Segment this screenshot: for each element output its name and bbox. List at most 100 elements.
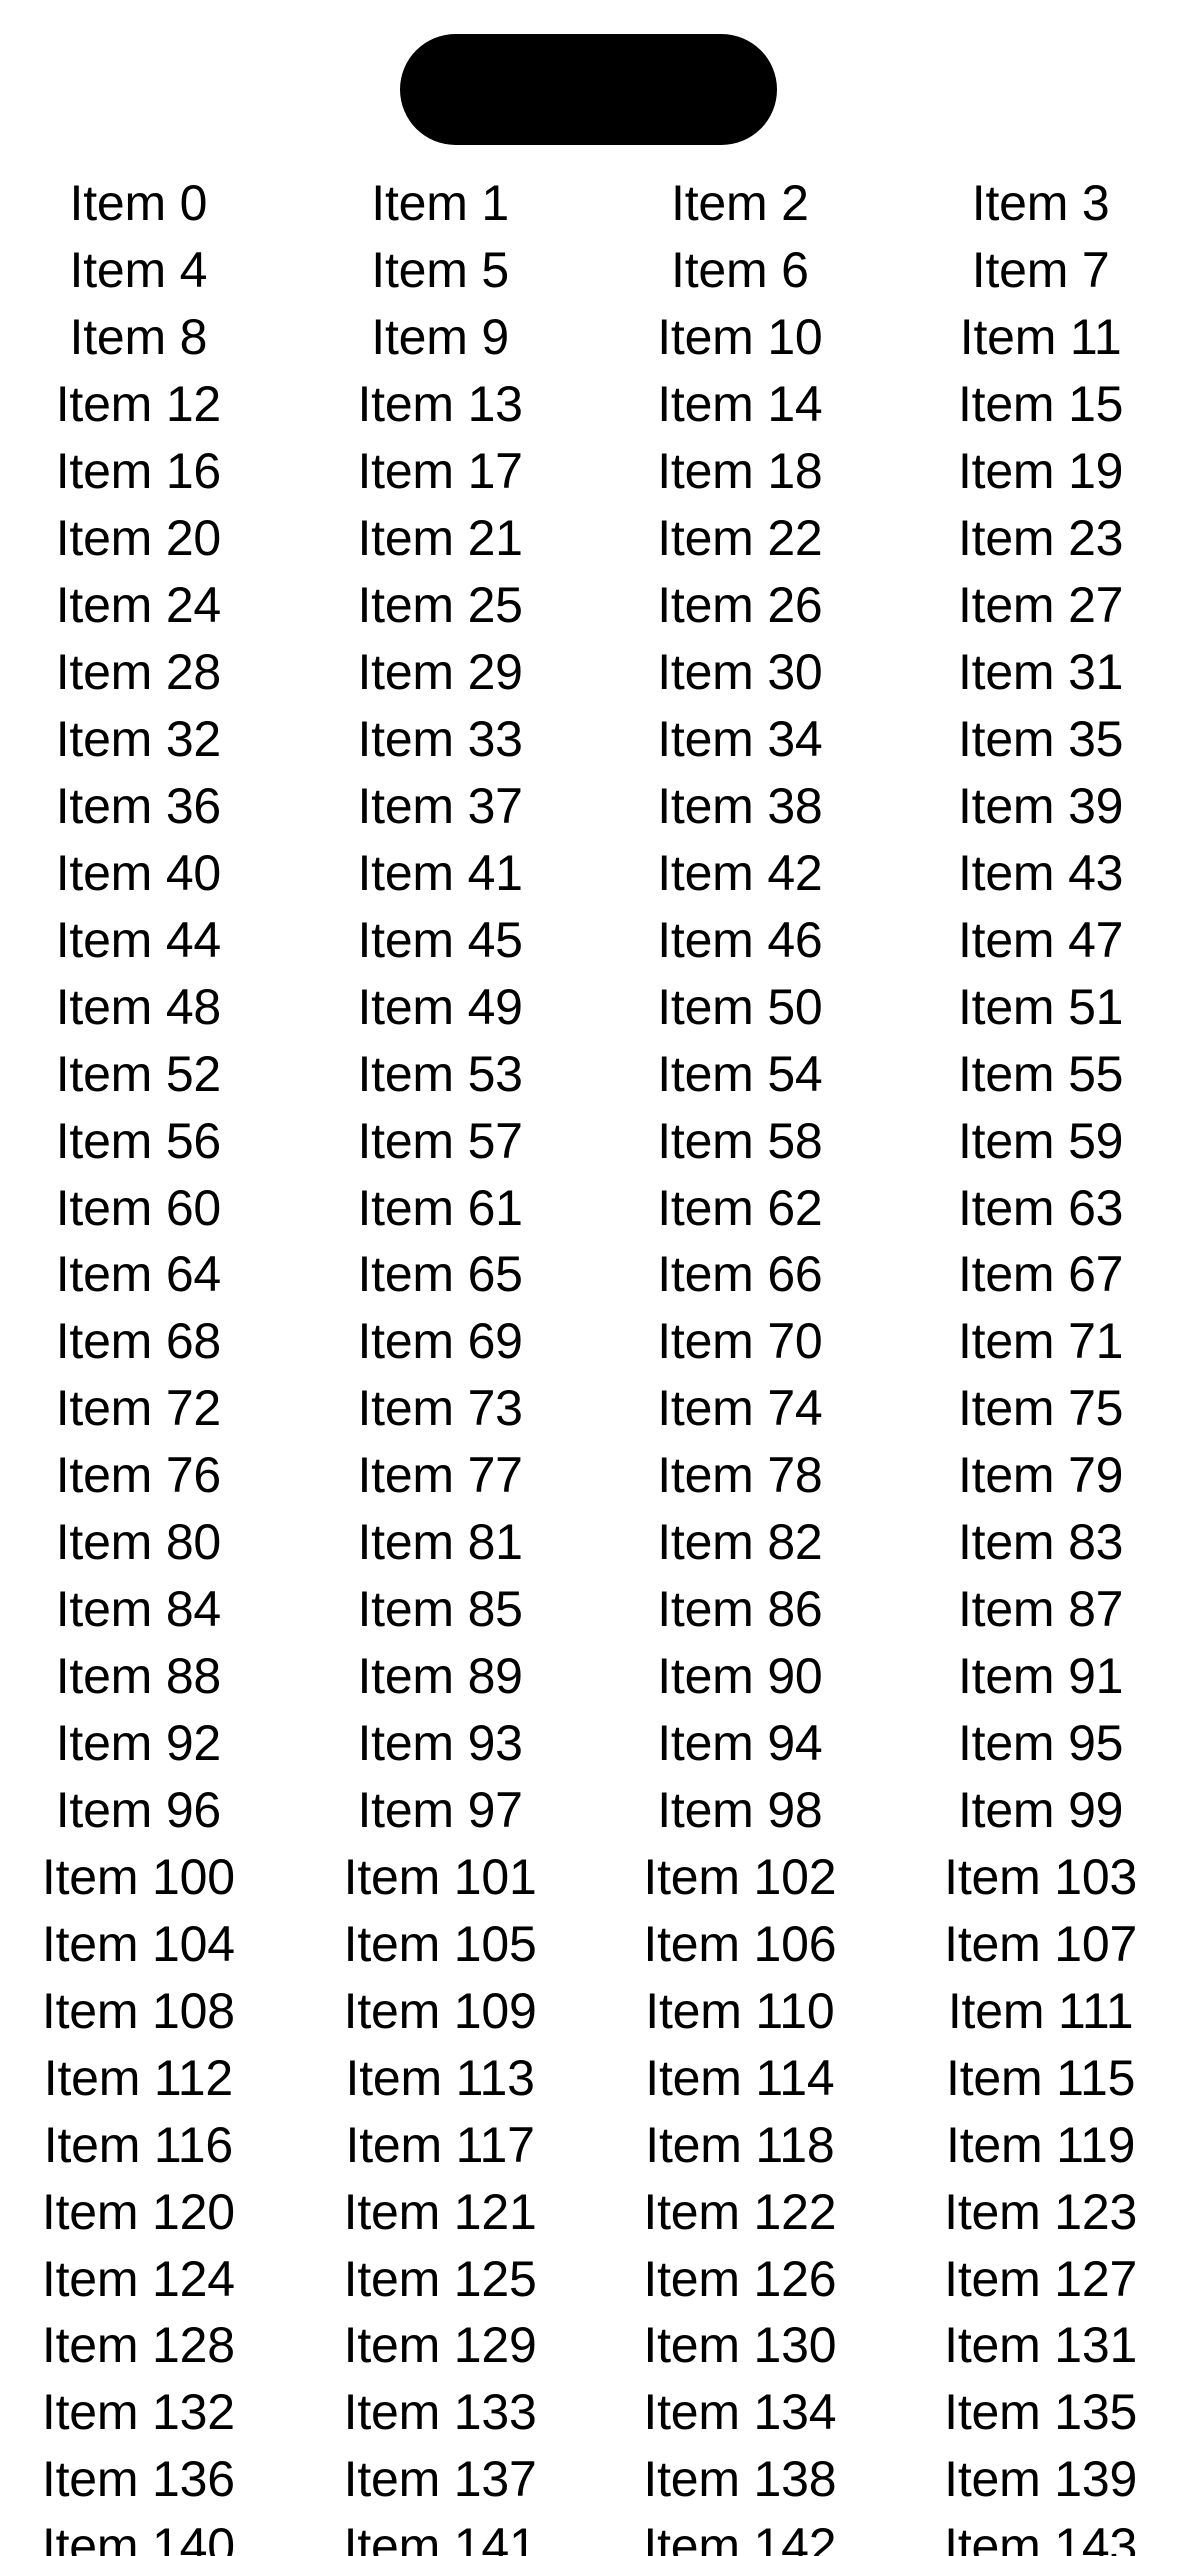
list-item[interactable]: Item 108 [0, 1977, 295, 2044]
list-item[interactable]: Item 9 [295, 304, 590, 371]
list-item[interactable]: Item 89 [295, 1643, 590, 1710]
list-item[interactable]: Item 57 [295, 1107, 590, 1174]
list-item[interactable]: Item 121 [295, 2178, 590, 2245]
list-item[interactable]: Item 64 [0, 1241, 295, 1308]
list-item[interactable]: Item 72 [0, 1375, 295, 1442]
list-item[interactable]: Item 45 [295, 906, 590, 973]
list-item[interactable]: Item 141 [295, 2513, 590, 2556]
list-item[interactable]: Item 36 [0, 772, 295, 839]
list-item[interactable]: Item 71 [884, 1308, 1179, 1375]
list-item[interactable]: Item 130 [590, 2312, 885, 2379]
list-item[interactable]: Item 37 [295, 772, 590, 839]
list-item[interactable]: Item 6 [590, 237, 885, 304]
list-item[interactable]: Item 107 [884, 1910, 1179, 1977]
list-item[interactable]: Item 21 [295, 505, 590, 572]
list-item[interactable]: Item 76 [0, 1442, 295, 1509]
list-item[interactable]: Item 19 [884, 438, 1179, 505]
list-item[interactable]: Item 33 [295, 706, 590, 773]
list-item[interactable]: Item 127 [884, 2245, 1179, 2312]
list-item[interactable]: Item 66 [590, 1241, 885, 1308]
list-item[interactable]: Item 136 [0, 2446, 295, 2513]
list-item[interactable]: Item 109 [295, 1977, 590, 2044]
list-item[interactable]: Item 69 [295, 1308, 590, 1375]
list-item[interactable]: Item 118 [590, 2111, 885, 2178]
list-item[interactable]: Item 95 [884, 1710, 1179, 1777]
list-item[interactable]: Item 77 [295, 1442, 590, 1509]
list-item[interactable]: Item 142 [590, 2513, 885, 2556]
list-item[interactable]: Item 134 [590, 2379, 885, 2446]
list-item[interactable]: Item 67 [884, 1241, 1179, 1308]
list-item[interactable]: Item 23 [884, 505, 1179, 572]
list-item[interactable]: Item 139 [884, 2446, 1179, 2513]
list-item[interactable]: Item 106 [590, 1910, 885, 1977]
list-item[interactable]: Item 0 [0, 170, 295, 237]
item-list-scroll-area[interactable]: Item 0 Item 1 Item 2 Item 3 Item 4 Item 5 Item… [0, 170, 1179, 2556]
list-item[interactable]: Item 42 [590, 839, 885, 906]
list-item[interactable]: Item 94 [590, 1710, 885, 1777]
list-item[interactable]: Item 11 [884, 304, 1179, 371]
list-item[interactable]: Item 138 [590, 2446, 885, 2513]
list-item[interactable]: Item 98 [590, 1777, 885, 1844]
list-item[interactable]: Item 41 [295, 839, 590, 906]
list-item[interactable]: Item 16 [0, 438, 295, 505]
list-item[interactable]: Item 47 [884, 906, 1179, 973]
list-item[interactable]: Item 35 [884, 706, 1179, 773]
list-item[interactable]: Item 102 [590, 1843, 885, 1910]
list-item[interactable]: Item 75 [884, 1375, 1179, 1442]
list-item[interactable]: Item 4 [0, 237, 295, 304]
list-item[interactable]: Item 62 [590, 1174, 885, 1241]
list-item[interactable]: Item 10 [590, 304, 885, 371]
list-item[interactable]: Item 133 [295, 2379, 590, 2446]
list-item[interactable]: Item 88 [0, 1643, 295, 1710]
list-item[interactable]: Item 28 [0, 639, 295, 706]
list-item[interactable]: Item 90 [590, 1643, 885, 1710]
list-item[interactable]: Item 40 [0, 839, 295, 906]
list-item[interactable]: Item 131 [884, 2312, 1179, 2379]
list-item[interactable]: Item 135 [884, 2379, 1179, 2446]
list-item[interactable]: Item 13 [295, 371, 590, 438]
list-item[interactable]: Item 110 [590, 1977, 885, 2044]
list-item[interactable]: Item 44 [0, 906, 295, 973]
list-item[interactable]: Item 111 [884, 1977, 1179, 2044]
list-item[interactable]: Item 97 [295, 1777, 590, 1844]
list-item[interactable]: Item 126 [590, 2245, 885, 2312]
list-item[interactable]: Item 39 [884, 772, 1179, 839]
list-item[interactable]: Item 93 [295, 1710, 590, 1777]
list-item[interactable]: Item 30 [590, 639, 885, 706]
list-item[interactable]: Item 22 [590, 505, 885, 572]
list-item[interactable]: Item 43 [884, 839, 1179, 906]
list-item[interactable]: Item 128 [0, 2312, 295, 2379]
list-item[interactable]: Item 87 [884, 1576, 1179, 1643]
list-item[interactable]: Item 101 [295, 1843, 590, 1910]
list-item[interactable]: Item 96 [0, 1777, 295, 1844]
list-item[interactable]: Item 48 [0, 973, 295, 1040]
list-item[interactable]: Item 29 [295, 639, 590, 706]
list-item[interactable]: Item 83 [884, 1509, 1179, 1576]
list-item[interactable]: Item 17 [295, 438, 590, 505]
list-item[interactable]: Item 92 [0, 1710, 295, 1777]
list-item[interactable]: Item 2 [590, 170, 885, 237]
list-item[interactable]: Item 122 [590, 2178, 885, 2245]
list-item[interactable]: Item 78 [590, 1442, 885, 1509]
list-item[interactable]: Item 26 [590, 572, 885, 639]
list-item[interactable]: Item 73 [295, 1375, 590, 1442]
list-item[interactable]: Item 79 [884, 1442, 1179, 1509]
list-item[interactable]: Item 137 [295, 2446, 590, 2513]
list-item[interactable]: Item 116 [0, 2111, 295, 2178]
list-item[interactable]: Item 61 [295, 1174, 590, 1241]
list-item[interactable]: Item 119 [884, 2111, 1179, 2178]
list-item[interactable]: Item 105 [295, 1910, 590, 1977]
list-item[interactable]: Item 65 [295, 1241, 590, 1308]
list-item[interactable]: Item 74 [590, 1375, 885, 1442]
list-item[interactable]: Item 82 [590, 1509, 885, 1576]
list-item[interactable]: Item 34 [590, 706, 885, 773]
list-item[interactable]: Item 25 [295, 572, 590, 639]
list-item[interactable]: Item 63 [884, 1174, 1179, 1241]
list-item[interactable]: Item 100 [0, 1843, 295, 1910]
list-item[interactable]: Item 117 [295, 2111, 590, 2178]
list-item[interactable]: Item 8 [0, 304, 295, 371]
list-item[interactable]: Item 103 [884, 1843, 1179, 1910]
list-item[interactable]: Item 49 [295, 973, 590, 1040]
list-item[interactable]: Item 84 [0, 1576, 295, 1643]
list-item[interactable]: Item 129 [295, 2312, 590, 2379]
